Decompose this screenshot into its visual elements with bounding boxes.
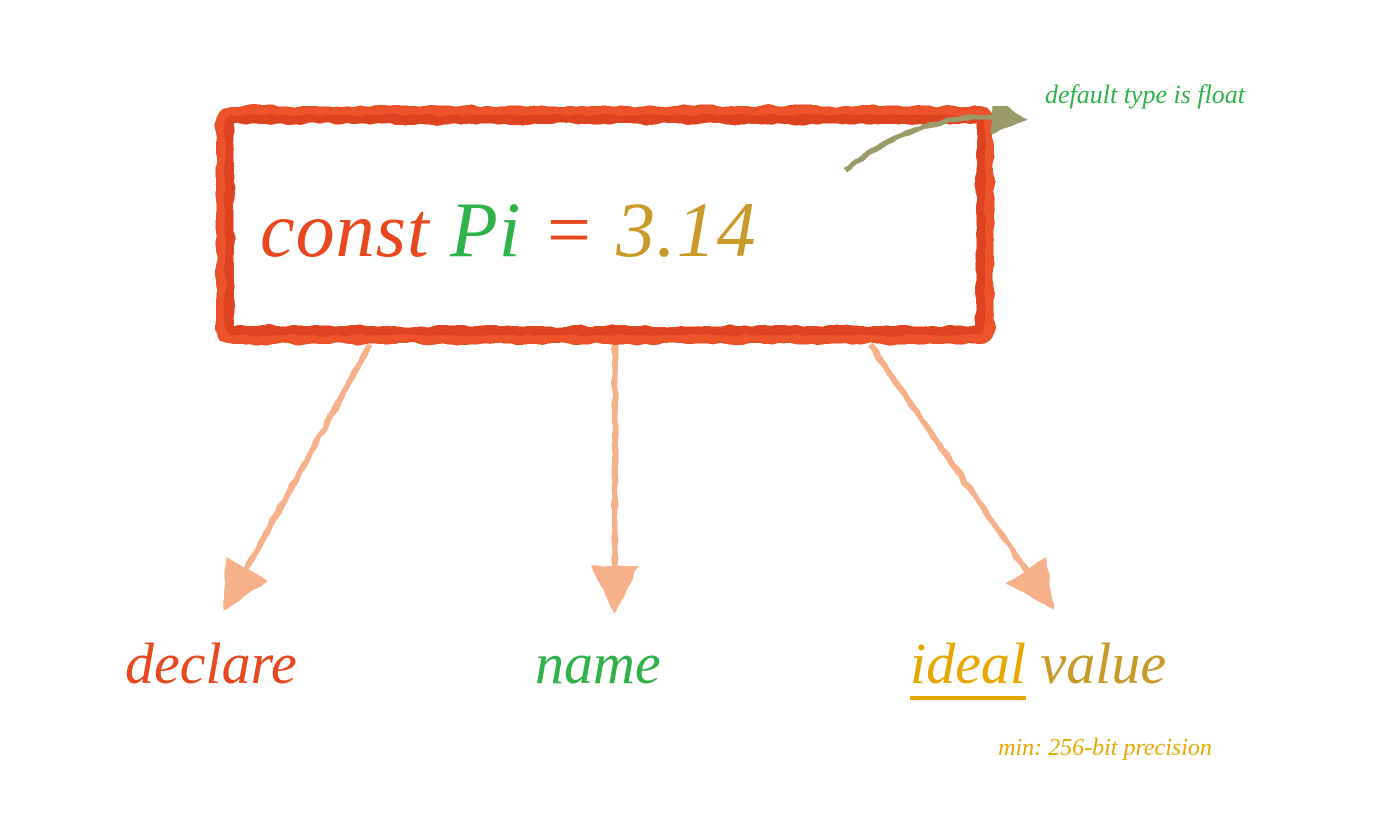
arrows-down [235,345,1040,590]
token-keyword: const [260,186,430,273]
annotation-value: ideal value [910,630,1166,697]
token-value: 3.14 [616,186,757,273]
annotation-precision: min: 256-bit precision [940,735,1270,762]
diagram-svg [0,0,1400,840]
token-equals: = [542,186,596,273]
token-name: Pi [450,186,521,273]
annotation-type-note: default type is float [1030,80,1260,110]
diagram-stage: const Pi = 3.14 declare name ideal value… [0,0,1400,840]
annotation-value-word: value [1040,631,1166,696]
annotation-ideal: ideal [910,631,1026,700]
arrow-type-note [845,117,1010,170]
annotation-name: name [535,630,661,697]
annotation-declare: declare [125,630,297,697]
code-line: const Pi = 3.14 [260,185,980,275]
